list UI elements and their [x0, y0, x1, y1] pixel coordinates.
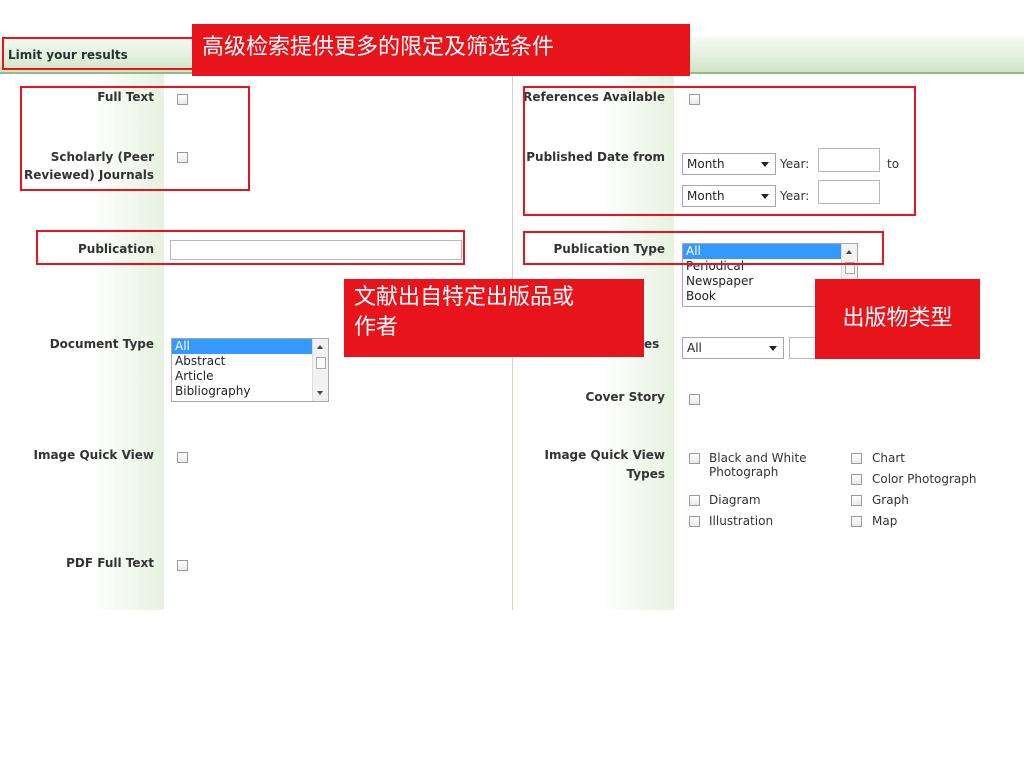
- image-type-checkbox[interactable]: [689, 453, 700, 464]
- image-type-label: Black and White Photograph: [709, 451, 807, 479]
- image-type-label: Graph: [872, 493, 909, 507]
- scroll-up-icon: [317, 345, 323, 349]
- image-types-label-line2: Types: [626, 467, 665, 481]
- document-type-listbox[interactable]: All Abstract Article Bibliography: [171, 338, 329, 402]
- image-type-label: Illustration: [709, 514, 774, 528]
- annotation-box-publication-type: [523, 231, 884, 265]
- image-type-checkbox[interactable]: [689, 516, 700, 527]
- pages-label-fragment: es: [644, 337, 660, 351]
- document-type-option[interactable]: All: [172, 339, 328, 354]
- document-type-option[interactable]: Bibliography: [172, 384, 328, 399]
- scroll-down-icon: [317, 391, 323, 395]
- image-type-label: Map: [872, 514, 898, 528]
- image-types-label-line1: Image Quick View: [544, 448, 665, 462]
- pdf-full-text-label: PDF Full Text: [66, 556, 154, 570]
- cover-story-label: Cover Story: [585, 390, 665, 404]
- image-type-label: Color Photograph: [872, 472, 977, 486]
- image-quick-view-checkbox[interactable]: [177, 452, 188, 463]
- image-quick-view-label: Image Quick View: [33, 448, 154, 462]
- image-type-label: Diagram: [709, 493, 761, 507]
- image-type-checkbox[interactable]: [851, 495, 862, 506]
- annotation-box-full-text: [20, 86, 250, 191]
- image-type-checkbox[interactable]: [851, 474, 862, 485]
- annotation-callout-source: 文献出自特定出版品或 作者: [344, 279, 644, 357]
- pages-select[interactable]: All: [682, 337, 784, 359]
- image-type-checkbox[interactable]: [689, 495, 700, 506]
- image-type-checkbox[interactable]: [851, 453, 862, 464]
- annotation-box-limit-results: [2, 37, 194, 70]
- image-type-label-line1: Black and White: [709, 451, 807, 465]
- annotation-callout-source-line1: 文献出自特定出版品或: [354, 285, 575, 310]
- document-type-label: Document Type: [49, 337, 154, 351]
- annotation-callout-source-line2: 作者: [354, 315, 399, 340]
- annotation-box-publication: [36, 230, 465, 265]
- scroll-grip-icon: [316, 357, 326, 369]
- document-type-scrollbar[interactable]: [312, 339, 328, 401]
- chevron-down-icon: [769, 346, 777, 351]
- image-type-checkbox[interactable]: [851, 516, 862, 527]
- cover-story-checkbox[interactable]: [689, 394, 700, 405]
- annotation-callout-pubtype: 出版物类型: [815, 279, 980, 359]
- document-type-option[interactable]: Abstract: [172, 354, 328, 369]
- annotation-box-references-date: [523, 86, 916, 216]
- pages-select-value: All: [687, 341, 702, 355]
- document-type-option[interactable]: Article: [172, 369, 328, 384]
- image-type-label-line2: Photograph: [709, 465, 779, 479]
- annotation-callout-advanced: 高级检索提供更多的限定及筛选条件: [192, 24, 690, 76]
- image-type-label: Chart: [872, 451, 905, 465]
- pdf-full-text-checkbox[interactable]: [177, 560, 188, 571]
